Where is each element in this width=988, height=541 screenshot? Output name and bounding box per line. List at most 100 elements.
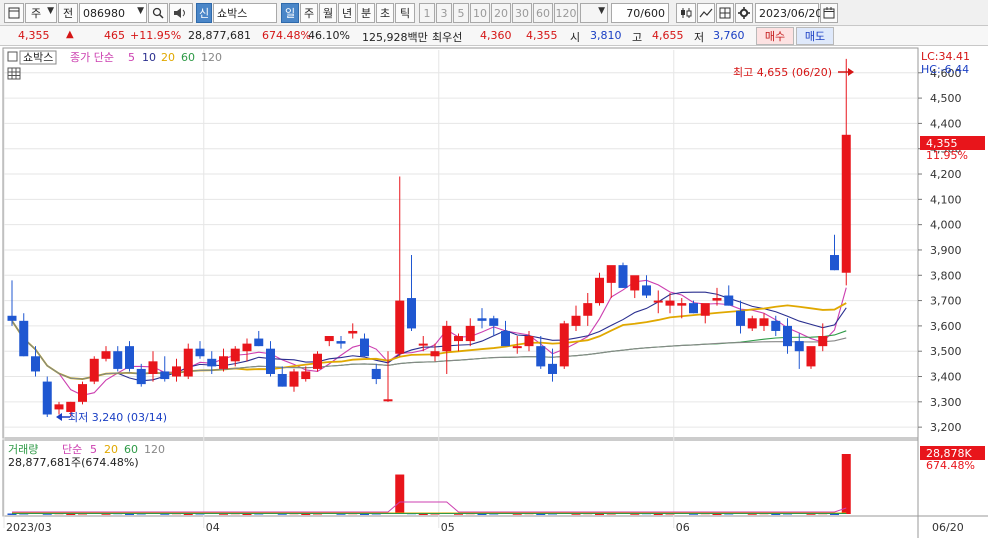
candle-body: [630, 275, 640, 291]
candle-body: [219, 356, 228, 369]
chart-area[interactable]: 4,6004,5004,4004,3004,2004,1004,0003,900…: [0, 46, 988, 538]
period-week-button[interactable]: 주: [300, 3, 318, 23]
candle-body: [125, 346, 134, 369]
price-axis: 4,6004,5004,4004,3004,2004,1004,0003,900…: [918, 67, 962, 434]
candle-body: [653, 300, 663, 303]
y-tick-label: 3,900: [930, 244, 962, 257]
minute-20-button[interactable]: 20: [491, 3, 511, 23]
volume-ma-label: 단순: [62, 443, 82, 456]
ma20-legend: 20: [161, 51, 175, 64]
speaker-icon: [174, 8, 185, 18]
candle-body: [395, 300, 405, 354]
minute-30-button[interactable]: 30: [512, 3, 532, 23]
period-year-button[interactable]: 년: [338, 3, 356, 23]
stock-name-field[interactable]: 쇼박스: [213, 3, 277, 23]
candle-icon: [681, 8, 692, 18]
candle-body: [301, 371, 311, 380]
calendar-button[interactable]: [820, 3, 838, 23]
period-day-button[interactable]: 일: [281, 3, 299, 23]
minute-3-button[interactable]: 3: [436, 3, 452, 23]
stock-code-value: 086980: [83, 6, 125, 20]
ma60-legend: 60: [181, 51, 195, 64]
y-tick-label: 3,200: [930, 421, 962, 434]
candle-body: [512, 346, 522, 349]
candle-body: [783, 325, 792, 347]
x-tick-label: 06/20: [932, 521, 964, 534]
y-tick-label: 3,700: [930, 295, 962, 308]
high-price: 4,655: [652, 29, 684, 42]
y-tick-label: 4,000: [930, 219, 962, 232]
candle-body: [113, 351, 123, 369]
candle-body: [207, 358, 217, 367]
prev-button[interactable]: 전: [58, 3, 78, 23]
candle-body: [172, 366, 181, 377]
candle-body: [501, 330, 510, 347]
sell-button[interactable]: 매도: [796, 27, 834, 45]
volume-value-text: 28,877,681주(674.48%): [8, 456, 139, 469]
candle-body: [818, 336, 828, 347]
candle-body: [78, 384, 87, 402]
panel-menu-icon[interactable]: [7, 51, 18, 62]
candle-body: [524, 336, 534, 347]
candle-body: [665, 300, 675, 306]
market-type-select[interactable]: 주 ▼: [25, 3, 57, 23]
y-tick-label: 4,100: [930, 193, 962, 206]
candle-body: [454, 336, 463, 342]
candle-body: [583, 303, 593, 316]
candle-body: [642, 285, 651, 296]
candle-body: [195, 348, 205, 357]
minute-120-button[interactable]: 120: [554, 3, 578, 23]
candle-body: [230, 348, 240, 362]
date-input[interactable]: 2023/06/20: [755, 3, 822, 23]
candle-body: [266, 348, 275, 374]
candle-body: [794, 341, 804, 352]
search-button[interactable]: [148, 3, 168, 23]
candle-style-button[interactable]: [676, 3, 696, 23]
settings-button[interactable]: [735, 3, 753, 23]
period-month-button[interactable]: 월: [319, 3, 337, 23]
candle-body: [442, 325, 452, 352]
grid-icon: [719, 7, 731, 19]
quote-bar: 4,355 ▲ 465 +11.95% 28,877,681 674.48% 4…: [0, 26, 988, 46]
x-tick-label: 06: [676, 521, 690, 534]
credit-badge[interactable]: 신: [196, 3, 212, 23]
period-tick-button[interactable]: 틱: [395, 3, 415, 23]
candle-body: [7, 315, 17, 321]
volume-bar: [395, 474, 405, 514]
draw-tool-button[interactable]: [697, 3, 715, 23]
low-label: 저: [694, 31, 705, 44]
candle-body: [618, 265, 628, 288]
stock-code-input[interactable]: 086980 ▼: [79, 3, 147, 23]
candle-body: [724, 295, 734, 306]
candle-body: [313, 353, 322, 369]
candle-body: [477, 318, 487, 321]
market-type-label: 주: [30, 7, 42, 20]
data-table-icon[interactable]: [7, 67, 21, 80]
price-change: 465: [104, 29, 125, 42]
window-icon[interactable]: [4, 3, 24, 23]
vol-ma60-legend: 60: [124, 443, 138, 456]
sound-button[interactable]: [169, 3, 193, 23]
candle-body: [489, 318, 499, 326]
trade-volume: 28,877,681: [188, 29, 251, 42]
y-tick-label: 3,600: [930, 320, 962, 333]
minute-10-button[interactable]: 10: [470, 3, 490, 23]
minute-custom-select[interactable]: ▼: [580, 3, 608, 23]
buy-button[interactable]: 매수: [756, 27, 794, 45]
minute-60-button[interactable]: 60: [533, 3, 553, 23]
minute-1-button[interactable]: 1: [419, 3, 435, 23]
candle-body: [677, 303, 687, 306]
candle-body: [383, 399, 393, 402]
bar-count-total: /600: [640, 6, 665, 20]
layout-button[interactable]: [716, 3, 734, 23]
bar-count-input[interactable]: 70/600: [611, 3, 669, 23]
open-label: 시: [570, 31, 581, 44]
price-volume-chart[interactable]: 4,6004,5004,4004,3004,2004,1004,0003,900…: [0, 46, 988, 538]
candle-body: [689, 303, 698, 314]
low-annotation: 최저 3,240 (03/14): [68, 411, 167, 424]
period-minute-button[interactable]: 분: [357, 3, 375, 23]
minute-5-button[interactable]: 5: [453, 3, 469, 23]
candle-body: [465, 325, 475, 342]
candle-body: [536, 346, 546, 367]
period-second-button[interactable]: 초: [376, 3, 394, 23]
